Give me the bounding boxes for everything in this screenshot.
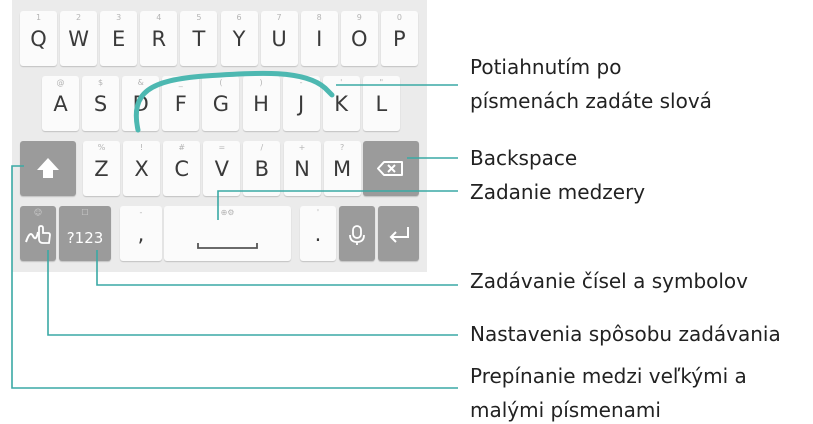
callout-backspace: Backspace xyxy=(470,146,578,170)
callout-line-numbers xyxy=(96,250,458,286)
callout-swipe-line2: písmenách zadáte slová xyxy=(470,89,712,113)
callout-numbers: Zadávanie čísel a symbolov xyxy=(470,269,748,293)
callout-line-space xyxy=(217,190,458,220)
callout-shift-line1: Prepínanie medzi veľkými a xyxy=(470,364,747,388)
callout-space: Zadanie medzery xyxy=(470,180,646,204)
callout-line-settings xyxy=(47,250,458,336)
callout-shift-line2: malými písmenami xyxy=(470,398,661,422)
callout-settings: Nastavenia spôsobu zadávania xyxy=(470,322,781,346)
callout-overlay xyxy=(11,70,458,389)
callout-swipe-line1: Potiahnutím po xyxy=(470,55,622,79)
callout-line-shift xyxy=(11,165,458,389)
swipe-trail xyxy=(133,70,335,133)
